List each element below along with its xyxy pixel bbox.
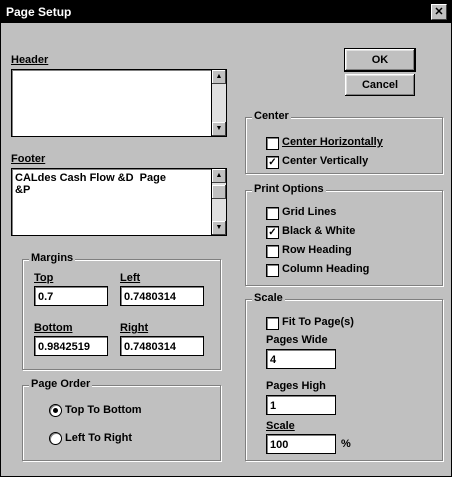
cancel-button[interactable]: Cancel: [345, 74, 415, 96]
scroll-down-icon[interactable]: ▼: [212, 122, 226, 136]
scale-group-label: Scale: [252, 292, 285, 304]
right-margin-input[interactable]: 0.7480314: [120, 336, 204, 356]
center-group: Center Center Horizontally ✓ Center Vert…: [245, 110, 443, 174]
row-heading-label[interactable]: Row Heading: [282, 244, 352, 256]
top-margin-label: Top: [34, 272, 54, 284]
pages-high-input[interactable]: 1: [266, 395, 336, 415]
center-vertically-label[interactable]: Center Vertically: [282, 155, 368, 167]
center-vertically-checkbox[interactable]: ✓: [266, 156, 279, 169]
print-options-group: Print Options Grid Lines ✓ Black & White…: [245, 183, 443, 286]
bottom-margin-input[interactable]: 0.9842519: [34, 336, 108, 356]
center-group-label: Center: [252, 110, 291, 122]
fit-to-pages-label[interactable]: Fit To Page(s): [282, 316, 354, 328]
left-to-right-label[interactable]: Left To Right: [65, 432, 132, 444]
scale-value-input[interactable]: 100: [266, 434, 336, 454]
grid-lines-label[interactable]: Grid Lines: [282, 206, 336, 218]
scale-value-label: Scale: [266, 420, 295, 432]
ok-button[interactable]: OK: [344, 48, 416, 72]
pages-wide-input[interactable]: 4: [266, 349, 336, 369]
scroll-up-icon[interactable]: ▲: [212, 70, 226, 84]
footer-scrollbar[interactable]: ▲ ▼: [211, 169, 226, 235]
scale-percent-unit: %: [341, 438, 351, 450]
left-margin-label: Left: [120, 272, 141, 284]
grid-lines-checkbox[interactable]: [266, 207, 279, 220]
header-scrollbar[interactable]: ▲ ▼: [211, 70, 226, 136]
print-options-group-label: Print Options: [252, 183, 326, 195]
pages-wide-label: Pages Wide: [266, 334, 328, 346]
row-heading-checkbox[interactable]: [266, 245, 279, 258]
column-heading-label[interactable]: Column Heading: [282, 263, 369, 275]
fit-to-pages-checkbox[interactable]: [266, 317, 279, 330]
title-bar[interactable]: Page Setup ✕: [1, 1, 451, 23]
left-to-right-radio[interactable]: [49, 432, 62, 445]
footer-textarea[interactable]: CALdes Cash Flow &D Page &P ▲ ▼: [11, 168, 227, 236]
window-title: Page Setup: [6, 5, 72, 19]
top-to-bottom-label[interactable]: Top To Bottom: [65, 404, 142, 416]
page-order-group: Page Order Top To Bottom Left To Right: [22, 378, 221, 461]
black-white-checkbox[interactable]: ✓: [266, 226, 279, 239]
center-horizontally-checkbox[interactable]: [266, 137, 279, 150]
close-icon[interactable]: ✕: [431, 4, 447, 20]
margins-group: Margins Top 0.7 Left 0.7480314 Bottom 0.…: [22, 252, 221, 370]
scroll-thumb[interactable]: [212, 185, 226, 199]
footer-text: CALdes Cash Flow &D Page &P: [15, 172, 166, 196]
header-textarea[interactable]: ▲ ▼: [11, 69, 227, 137]
pages-high-label: Pages High: [266, 380, 326, 392]
top-to-bottom-radio[interactable]: [49, 404, 62, 417]
header-label: Header: [11, 54, 49, 66]
page-setup-dialog: Page Setup ✕ Header ▲ ▼ Footer CALdes Ca…: [0, 0, 452, 477]
margins-group-label: Margins: [29, 252, 76, 264]
black-white-label[interactable]: Black & White: [282, 225, 355, 237]
right-margin-label: Right: [120, 322, 149, 334]
page-order-group-label: Page Order: [29, 378, 93, 390]
scale-group: Scale Fit To Page(s) Pages Wide 4 Pages …: [245, 292, 443, 461]
scroll-down-icon[interactable]: ▼: [212, 221, 226, 235]
center-horizontally-label[interactable]: Center Horizontally: [282, 136, 383, 148]
column-heading-checkbox[interactable]: [266, 264, 279, 277]
footer-label: Footer: [11, 153, 46, 165]
left-margin-input[interactable]: 0.7480314: [120, 286, 204, 306]
bottom-margin-label: Bottom: [34, 322, 73, 334]
top-margin-input[interactable]: 0.7: [34, 286, 108, 306]
scroll-up-icon[interactable]: ▲: [212, 169, 226, 183]
